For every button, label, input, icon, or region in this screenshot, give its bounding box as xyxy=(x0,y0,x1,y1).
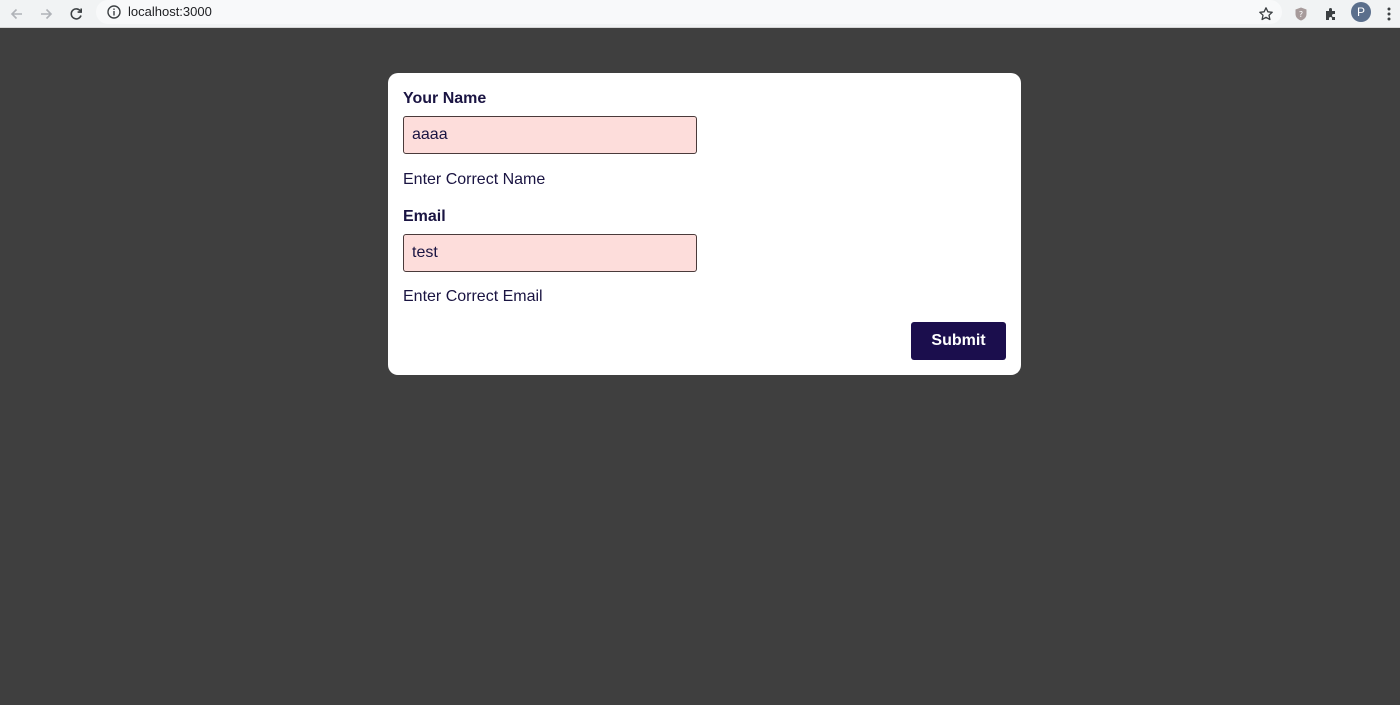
svg-text:?: ? xyxy=(1299,10,1303,19)
star-icon[interactable] xyxy=(1255,3,1277,25)
back-arrow-icon[interactable] xyxy=(6,3,28,25)
browser-toolbar: localhost:3000 ? P xyxy=(0,0,1400,28)
address-bar[interactable]: localhost:3000 xyxy=(96,0,1282,24)
name-input[interactable] xyxy=(403,116,697,154)
shield-extension-icon[interactable]: ? xyxy=(1290,3,1312,25)
name-label: Your Name xyxy=(403,90,487,107)
email-label: Email xyxy=(403,208,446,225)
profile-avatar[interactable]: P xyxy=(1351,2,1371,22)
submit-button[interactable]: Submit xyxy=(911,322,1006,360)
info-icon[interactable] xyxy=(106,4,122,20)
name-error-message: Enter Correct Name xyxy=(403,171,546,188)
reload-icon[interactable] xyxy=(65,3,87,25)
puzzle-extensions-icon[interactable] xyxy=(1320,3,1342,25)
form-card: Your Name Enter Correct Name Email Enter… xyxy=(388,73,1021,375)
email-input[interactable] xyxy=(403,234,697,272)
url-text: localhost:3000 xyxy=(128,4,212,19)
kebab-menu-icon[interactable] xyxy=(1381,3,1397,25)
forward-arrow-icon[interactable] xyxy=(35,3,57,25)
email-error-message: Enter Correct Email xyxy=(403,288,543,305)
